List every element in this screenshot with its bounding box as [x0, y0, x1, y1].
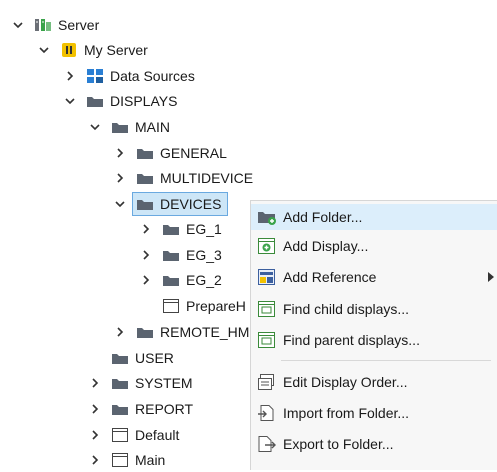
tree-label: EG_2	[186, 272, 222, 288]
menu-separator	[281, 360, 491, 361]
tree-label: Default	[135, 427, 180, 443]
tree-node-user[interactable]: USER	[111, 346, 174, 370]
chevron-right-icon[interactable]	[114, 147, 126, 159]
folder-icon	[136, 196, 154, 212]
import-icon	[257, 404, 277, 422]
menu-item-add-display[interactable]: Add Display...	[251, 233, 497, 259]
menu-item-label: Add Folder...	[283, 209, 363, 225]
tree-node-devices[interactable]: DEVICES	[114, 192, 229, 216]
chevron-down-icon[interactable]	[38, 44, 50, 56]
find-parent-icon	[257, 331, 277, 349]
tree-label: REPORT	[135, 401, 194, 417]
tree-label: Data Sources	[110, 68, 195, 84]
submenu-arrow-icon	[488, 272, 494, 282]
tree-label: USER	[135, 350, 174, 366]
tree-label: Main	[135, 452, 166, 468]
tree-node-eg3[interactable]: EG_3	[140, 243, 222, 267]
tree-node-data-sources[interactable]: Data Sources	[64, 64, 195, 88]
tree-label: EG_1	[186, 221, 222, 237]
chevron-down-icon[interactable]	[89, 121, 101, 133]
folder-icon	[111, 401, 129, 417]
chevron-right-icon[interactable]	[89, 454, 101, 466]
folder-icon	[86, 93, 104, 109]
my-server-icon	[60, 42, 78, 58]
folder-icon	[162, 247, 180, 263]
folder-icon	[111, 350, 129, 366]
menu-item-label: Find parent displays...	[283, 332, 420, 348]
folder-icon	[162, 221, 180, 237]
tree-label: My Server	[84, 42, 148, 58]
chevron-right-icon[interactable]	[114, 326, 126, 338]
menu-item-label: Add Display...	[283, 238, 369, 254]
chevron-right-icon[interactable]	[140, 223, 152, 235]
tree-node-prepare[interactable]: PrepareH	[162, 294, 246, 318]
add-display-icon	[257, 237, 277, 255]
menu-item-label: Export to Folder...	[283, 436, 394, 452]
folder-icon	[162, 272, 180, 288]
tree-node-main-display[interactable]: Main	[89, 448, 165, 472]
display-icon	[162, 298, 180, 314]
menu-item-label: Find child displays...	[283, 301, 410, 317]
context-menu: Add Folder... Add Display... Add Referen…	[250, 200, 497, 470]
tree-node-eg1[interactable]: EG_1	[140, 217, 222, 241]
menu-item-find-child[interactable]: Find child displays...	[251, 296, 497, 322]
tree-label: REMOTE_HM	[160, 324, 250, 340]
data-sources-icon	[86, 68, 104, 84]
menu-item-add-folder[interactable]: Add Folder...	[251, 204, 497, 230]
tree-node-eg2[interactable]: EG_2	[140, 268, 222, 292]
chevron-down-icon[interactable]	[64, 95, 76, 107]
tree-node-server[interactable]: Server	[12, 13, 99, 37]
tree-label: GENERAL	[160, 145, 227, 161]
chevron-right-icon[interactable]	[140, 249, 152, 261]
chevron-right-icon[interactable]	[89, 377, 101, 389]
selected-node-highlight[interactable]: DEVICES	[132, 192, 229, 216]
menu-item-label: Import from Folder...	[283, 405, 410, 421]
folder-icon	[136, 324, 154, 340]
menu-item-add-reference[interactable]: Add Reference	[251, 264, 497, 290]
chevron-right-icon[interactable]	[89, 403, 101, 415]
tree-node-report[interactable]: REPORT	[89, 397, 193, 421]
add-reference-icon	[257, 268, 277, 286]
tree-node-default[interactable]: Default	[89, 423, 179, 447]
tree-label: MAIN	[135, 119, 170, 135]
chevron-down-icon[interactable]	[12, 19, 24, 31]
folder-icon	[111, 375, 129, 391]
find-child-icon	[257, 300, 277, 318]
chevron-down-icon[interactable]	[114, 198, 126, 210]
server-icon	[34, 17, 52, 33]
folder-icon	[136, 145, 154, 161]
menu-item-edit-display-order[interactable]: Edit Display Order...	[251, 369, 497, 395]
menu-item-import-from-folder[interactable]: Import from Folder...	[251, 400, 497, 426]
chevron-right-icon[interactable]	[140, 274, 152, 286]
folder-icon	[136, 170, 154, 186]
menu-item-export-to-folder[interactable]: Export to Folder...	[251, 431, 497, 457]
tree-node-my-server[interactable]: My Server	[38, 38, 148, 62]
tree-label: EG_3	[186, 247, 222, 263]
tree-label: DEVICES	[160, 196, 222, 212]
display-icon	[111, 427, 129, 443]
menu-item-label: Edit Display Order...	[283, 374, 408, 390]
chevron-right-icon[interactable]	[89, 429, 101, 441]
tree-node-multidevice[interactable]: MULTIDEVICE	[114, 166, 253, 190]
tree-node-displays[interactable]: DISPLAYS	[64, 89, 177, 113]
tree-label: DISPLAYS	[110, 93, 178, 109]
tree-label: Server	[58, 17, 100, 33]
menu-item-find-parent[interactable]: Find parent displays...	[251, 327, 497, 353]
chevron-right-icon[interactable]	[64, 70, 76, 82]
tree-node-general[interactable]: GENERAL	[114, 141, 227, 165]
display-icon	[111, 452, 129, 468]
tree-label: MULTIDEVICE	[160, 170, 254, 186]
menu-item-label: Add Reference	[283, 269, 377, 285]
chevron-right-icon[interactable]	[114, 172, 126, 184]
folder-icon	[111, 119, 129, 135]
tree-node-system[interactable]: SYSTEM	[89, 371, 193, 395]
tree-label: SYSTEM	[135, 375, 193, 391]
tree-node-main[interactable]: MAIN	[89, 115, 170, 139]
edit-order-icon	[257, 373, 277, 391]
tree-label: PrepareH	[186, 298, 246, 314]
add-folder-icon	[257, 208, 277, 226]
export-icon	[257, 435, 277, 453]
tree-node-remote-hm[interactable]: REMOTE_HM	[114, 320, 249, 344]
